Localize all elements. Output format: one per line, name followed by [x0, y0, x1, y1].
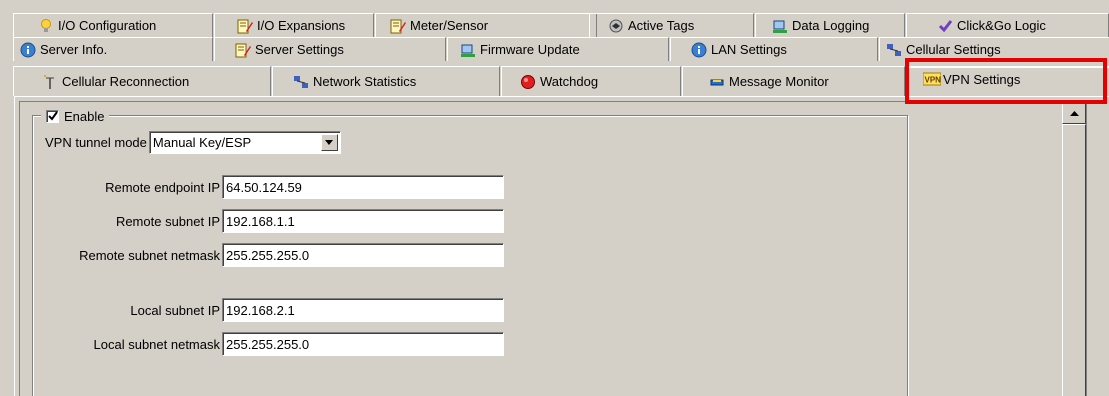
- enable-label: Enable: [64, 108, 105, 124]
- remote-netmask-row: Remote subnet netmask: [33, 243, 504, 267]
- tab-label: Server Settings: [255, 42, 344, 57]
- logging-icon: [772, 18, 788, 34]
- tab-label: Firmware Update: [480, 42, 580, 57]
- tab-firmware-update[interactable]: Firmware Update: [447, 37, 669, 61]
- antenna-icon: [42, 74, 58, 90]
- tab-label: Message Monitor: [729, 74, 829, 89]
- tab-server-info[interactable]: Server Info.: [13, 37, 213, 61]
- remote-netmask-field[interactable]: [222, 243, 504, 267]
- watchdog-icon: [520, 74, 536, 90]
- tab-label: Server Info.: [40, 42, 108, 57]
- local-subnet-label: Local subnet IP: [130, 302, 220, 318]
- tab-io-configuration[interactable]: I/O Configuration: [13, 13, 213, 37]
- remote-endpoint-row: Remote endpoint IP: [33, 175, 504, 199]
- tab-label: I/O Configuration: [58, 18, 157, 33]
- local-subnet-row: Local subnet IP: [33, 298, 504, 322]
- tab-io-expansions[interactable]: I/O Expansions: [214, 13, 374, 37]
- edit-sheet-icon: [237, 18, 253, 34]
- enable-checkbox[interactable]: [46, 109, 59, 123]
- firmware-icon: [460, 42, 476, 58]
- local-subnet-field[interactable]: [222, 298, 504, 322]
- vpn-groupbox: Enable VPN tunnel mode Manual Key/ESP Re…: [32, 107, 908, 396]
- local-netmask-field[interactable]: [222, 332, 504, 356]
- lightbulb-icon: [38, 18, 54, 34]
- remote-endpoint-field[interactable]: [222, 175, 504, 199]
- tab-label: Cellular Reconnection: [62, 74, 190, 89]
- tab-network-statistics[interactable]: Network Statistics: [272, 66, 500, 96]
- network-icon: [886, 42, 902, 58]
- scroll-thumb[interactable]: [1062, 124, 1086, 396]
- remote-subnet-label: Remote subnet IP: [115, 213, 220, 229]
- tab-server-settings[interactable]: Server Settings: [214, 37, 446, 61]
- tab-click-go-logic[interactable]: Click&Go Logic: [906, 13, 1109, 37]
- tab-active-tags[interactable]: Active Tags: [589, 13, 754, 37]
- vertical-scrollbar[interactable]: [1062, 102, 1086, 396]
- app-window: I/O Configuration I/O Expansions Meter/S…: [0, 0, 1109, 396]
- remote-subnet-field[interactable]: [222, 209, 504, 233]
- tab-lan-settings[interactable]: LAN Settings: [670, 37, 878, 61]
- vpn-settings-content: Enable VPN tunnel mode Manual Key/ESP Re…: [19, 101, 1106, 396]
- remote-endpoint-label: Remote endpoint IP: [105, 179, 220, 195]
- message-icon: [709, 74, 725, 90]
- vpn-settings-panel: Enable VPN tunnel mode Manual Key/ESP Re…: [14, 96, 1109, 396]
- logic-icon: [937, 18, 953, 34]
- edit-sheet-icon: [235, 42, 251, 58]
- info-icon: [691, 42, 707, 58]
- local-netmask-row: Local subnet netmask: [33, 332, 504, 356]
- tunnel-mode-select[interactable]: Manual Key/ESP: [148, 130, 341, 154]
- tunnel-mode-label: VPN tunnel mode: [45, 134, 147, 150]
- highlight-rectangle: [905, 58, 1107, 104]
- chevron-up-icon: [1069, 110, 1079, 116]
- tab-label: Data Logging: [792, 18, 870, 33]
- network-icon: [293, 74, 309, 90]
- window-edge: [1086, 102, 1106, 396]
- tab-label: I/O Expansions: [257, 18, 346, 33]
- enable-checkbox-group[interactable]: Enable: [41, 107, 110, 125]
- remote-subnet-row: Remote subnet IP: [33, 209, 504, 233]
- scroll-up-button[interactable]: [1062, 102, 1086, 124]
- tab-label: Click&Go Logic: [957, 18, 1046, 33]
- remote-netmask-label: Remote subnet netmask: [79, 247, 220, 263]
- tab-label: LAN Settings: [711, 42, 787, 57]
- tab-label: Network Statistics: [313, 74, 417, 89]
- chevron-down-icon[interactable]: [320, 133, 338, 151]
- tunnel-mode-value: Manual Key/ESP: [152, 134, 252, 150]
- tab-label: Meter/Sensor: [410, 18, 489, 33]
- tab-data-logging[interactable]: Data Logging: [755, 13, 905, 37]
- tab-message-monitor[interactable]: Message Monitor: [682, 66, 905, 96]
- local-netmask-label: Local subnet netmask: [93, 336, 220, 352]
- edit-sheet-icon: [390, 18, 406, 34]
- tab-label: Active Tags: [628, 18, 695, 33]
- tags-icon: [608, 18, 624, 34]
- tab-meter-sensor[interactable]: Meter/Sensor: [375, 13, 597, 37]
- tab-watchdog[interactable]: Watchdog: [501, 66, 681, 96]
- tunnel-mode-row: VPN tunnel mode Manual Key/ESP: [45, 130, 341, 154]
- info-icon: [20, 42, 36, 58]
- tab-row-1: I/O Configuration I/O Expansions Meter/S…: [0, 13, 1109, 37]
- tab-label: Watchdog: [540, 74, 599, 89]
- tab-cellular-reconnection[interactable]: Cellular Reconnection: [13, 66, 271, 96]
- tab-label: Cellular Settings: [906, 42, 1001, 57]
